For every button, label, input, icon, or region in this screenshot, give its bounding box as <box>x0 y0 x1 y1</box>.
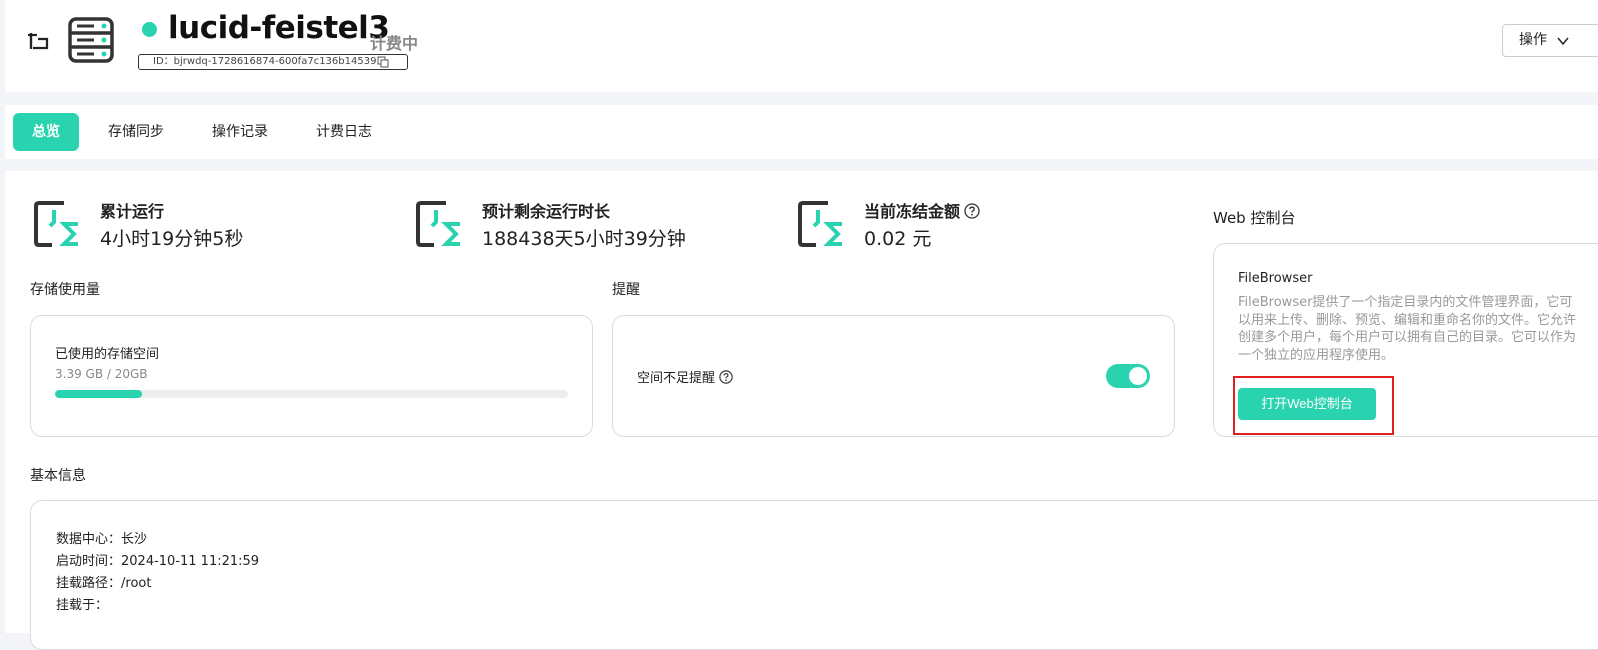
web-console-section-title: Web 控制台 <box>1213 209 1296 227</box>
help-icon[interactable] <box>964 203 980 219</box>
filebrowser-card: FileBrowser FileBrowser提供了一个指定目录内的文件管理界面… <box>1213 243 1598 437</box>
basic-info-card: 数据中心：长沙 启动时间：2024-10-11 11:21:59 挂载路径：/r… <box>30 500 1598 650</box>
open-web-console-button[interactable]: 打开Web控制台 <box>1238 388 1376 420</box>
toggle-knob <box>1129 367 1147 385</box>
info-start-time: 启动时间：2024-10-11 11:21:59 <box>56 554 260 569</box>
info-mounted-on: 挂载于： <box>56 598 109 613</box>
storage-progress-fill <box>55 390 143 398</box>
reminder-label-text: 空间不足提醒 <box>637 371 716 386</box>
back-icon[interactable] <box>25 28 53 56</box>
runtime-icon <box>798 201 842 247</box>
stat-label: 当前冻结金额 <box>864 198 980 222</box>
stat-label-text: 当前冻结金额 <box>864 202 961 221</box>
reminder-card: 空间不足提醒 <box>612 315 1175 437</box>
storage-progress-bar <box>55 390 568 398</box>
tab-overview[interactable]: 总览 <box>13 113 79 151</box>
instance-id-box: ID：bjrwdq-1728616874-600fa7c136b14539 <box>138 54 408 70</box>
copy-icon[interactable] <box>377 56 389 68</box>
storage-label: 已使用的存储空间 <box>55 347 160 362</box>
info-datacenter: 数据中心：长沙 <box>56 532 148 547</box>
stat-value: 188438天5小时39分钟 <box>482 228 686 250</box>
storage-card: 已使用的存储空间 3.39 GB / 20GB <box>30 315 593 437</box>
operations-label: 操作 <box>1519 32 1547 48</box>
billing-status: 计费中 <box>370 34 419 53</box>
stat-label: 累计运行 <box>100 202 165 221</box>
storage-value: 3.39 GB / 20GB <box>55 367 148 381</box>
overview-panel: 累计运行 4小时19分钟5秒 预计剩余运行时长 188438天5小时39分钟 当… <box>5 171 1598 650</box>
reminder-label: 空间不足提醒 <box>637 367 733 386</box>
stat-value: 4小时19分钟5秒 <box>100 228 244 250</box>
page-header: lucid-feistel3 计费中 ID：bjrwdq-1728616874-… <box>5 0 1598 92</box>
low-space-reminder-toggle[interactable] <box>1106 364 1150 388</box>
operations-dropdown[interactable]: 操作 <box>1502 24 1598 57</box>
instance-name: lucid-feistel3 <box>168 10 390 46</box>
status-dot <box>142 22 157 37</box>
help-icon[interactable] <box>719 370 733 384</box>
tab-operation-records[interactable]: 操作记录 <box>208 113 272 151</box>
tab-billing-logs[interactable]: 计费日志 <box>312 113 376 151</box>
reminder-section-title: 提醒 <box>612 282 640 298</box>
stat-value: 0.02 元 <box>864 228 932 250</box>
instance-id: ID：bjrwdq-1728616874-600fa7c136b14539 <box>153 56 377 67</box>
filebrowser-title: FileBrowser <box>1238 271 1313 286</box>
chevron-down-icon <box>1557 37 1569 46</box>
tab-storage-sync[interactable]: 存储同步 <box>104 113 168 151</box>
storage-section-title: 存储使用量 <box>30 282 100 298</box>
basic-info-section-title: 基本信息 <box>30 468 86 484</box>
runtime-icon <box>416 201 460 247</box>
info-mount-path: 挂载路径：/root <box>56 576 152 591</box>
stat-label: 预计剩余运行时长 <box>482 202 611 221</box>
runtime-icon <box>34 201 78 247</box>
tab-bar: 总览 存储同步 操作记录 计费日志 <box>5 105 1598 159</box>
filebrowser-description: FileBrowser提供了一个指定目录内的文件管理界面，它可以用来上传、删除、… <box>1238 295 1577 363</box>
server-icon <box>68 17 114 63</box>
